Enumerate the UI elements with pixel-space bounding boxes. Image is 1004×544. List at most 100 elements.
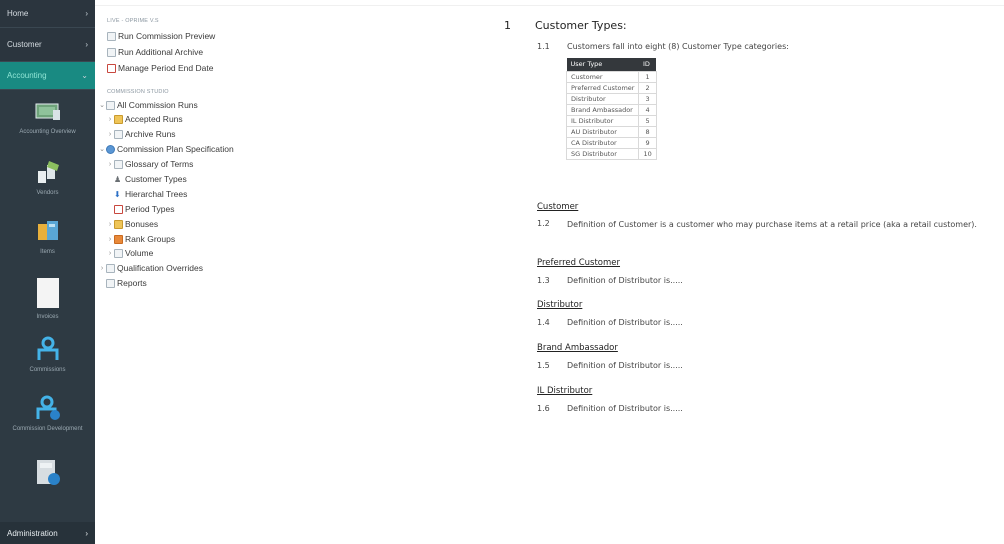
nav-customer-label: Customer bbox=[7, 40, 42, 49]
tree-item-qualification-overrides[interactable]: › Qualification Overrides bbox=[98, 263, 203, 274]
nav-accounting[interactable]: Accounting ⌄ bbox=[0, 62, 95, 90]
app-invoices[interactable]: Invoices bbox=[0, 267, 95, 326]
tree-item-label: Rank Groups bbox=[125, 234, 176, 244]
table-row: Brand Ambassador 4 bbox=[565, 103, 657, 116]
caret-closed-icon[interactable]: › bbox=[98, 263, 106, 274]
tree-item-archive-runs[interactable]: › Archive Runs bbox=[106, 129, 176, 140]
tree-item-label: All Commission Runs bbox=[117, 100, 198, 110]
clause-number: 1.1 bbox=[537, 42, 550, 51]
document-icon bbox=[106, 264, 115, 273]
accounting-overview-icon bbox=[35, 103, 60, 120]
tree-item-period-types[interactable]: Period Types bbox=[114, 204, 174, 215]
table-row: AU Distributor 8 bbox=[565, 125, 657, 138]
id-cell: 2 bbox=[638, 81, 657, 94]
tree-item-label: Reports bbox=[117, 278, 147, 288]
table-row: Preferred Customer 2 bbox=[565, 81, 657, 94]
tree-item-commission-plan-specification[interactable]: ⌄ Commission Plan Specification bbox=[98, 144, 234, 155]
nav-customer[interactable]: Customer › bbox=[0, 28, 95, 62]
tree-item-volume[interactable]: › Volume bbox=[106, 248, 153, 259]
nav-administration-label: Administration bbox=[7, 528, 58, 538]
tree-item-accepted-runs[interactable]: › Accepted Runs bbox=[106, 114, 183, 125]
tree-item-run-commission-preview[interactable]: Run Commission Preview bbox=[107, 31, 215, 42]
report-icon bbox=[106, 279, 115, 288]
caret-closed-icon[interactable]: › bbox=[106, 114, 114, 125]
tree-item-hierarchal-trees[interactable]: ⬇ Hierarchal Trees bbox=[114, 189, 187, 200]
tree-item-reports[interactable]: Reports bbox=[106, 278, 147, 289]
left-nav: Home › Customer › Accounting ⌄ Accountin… bbox=[0, 0, 95, 544]
tree-item-customer-types[interactable]: ♟ Customer Types bbox=[114, 174, 187, 185]
caret-closed-icon[interactable]: › bbox=[106, 248, 114, 259]
definition-row: 1.2 Definition of Customer is a customer… bbox=[537, 219, 977, 231]
tree-panel: LIVE - OPRIME V.S Run Commission Preview… bbox=[98, 0, 328, 544]
app-label: Vendors bbox=[36, 190, 59, 196]
document-icon bbox=[106, 101, 115, 110]
tree-item-all-commission-runs[interactable]: ⌄ All Commission Runs bbox=[98, 100, 198, 111]
user-type-cell: AU Distributor bbox=[565, 125, 640, 138]
nav-home[interactable]: Home › bbox=[0, 0, 95, 28]
user-type-cell: IL Distributor bbox=[565, 114, 640, 127]
customer-types-table: User Type ID Customer 1 Preferred Custome… bbox=[565, 58, 657, 160]
id-cell: 10 bbox=[638, 147, 657, 160]
table-row: Customer 1 bbox=[565, 70, 657, 83]
app-label: Invoices bbox=[36, 314, 59, 320]
tree-item-label: Customer Types bbox=[125, 174, 187, 184]
app-label: Commissions bbox=[29, 367, 66, 373]
document-content: 1 Customer Types: 1.1 Customers fall int… bbox=[500, 0, 1000, 544]
table-header-row: User Type ID bbox=[566, 58, 657, 71]
nav-administration[interactable]: Administration › bbox=[0, 522, 95, 544]
folder-icon bbox=[114, 115, 123, 124]
clause-number: 1.6 bbox=[537, 404, 550, 413]
caret-closed-icon[interactable]: › bbox=[106, 159, 114, 170]
tree-item-bonuses[interactable]: › Bonuses bbox=[106, 219, 158, 230]
caret-open-icon[interactable]: ⌄ bbox=[98, 144, 106, 155]
tree-item-glossary-of-terms[interactable]: › Glossary of Terms bbox=[106, 159, 193, 170]
app-order-development[interactable] bbox=[0, 447, 95, 506]
tree-item-label: Commission Plan Specification bbox=[117, 144, 234, 154]
items-icon bbox=[37, 221, 58, 240]
app-vendors[interactable]: Vendors bbox=[0, 149, 95, 208]
caret-closed-icon[interactable]: › bbox=[106, 234, 114, 245]
app-accounting-overview[interactable]: Accounting Overview bbox=[0, 90, 95, 149]
app-label: Accounting Overview bbox=[19, 129, 76, 135]
table-row: SG Distributor 10 bbox=[565, 147, 657, 160]
commissions-icon bbox=[37, 336, 58, 360]
tree-item-label: Qualification Overrides bbox=[117, 263, 203, 273]
caret-closed-icon[interactable]: › bbox=[106, 219, 114, 230]
definition-row: 1.3 Definition of Distributor is..... bbox=[537, 276, 683, 285]
tree-item-label: Run Additional Archive bbox=[118, 47, 204, 57]
clause-text: Definition of Distributor is..... bbox=[567, 318, 683, 327]
calendar-icon bbox=[107, 64, 116, 73]
commission-development-icon bbox=[36, 395, 60, 420]
id-cell: 3 bbox=[638, 92, 657, 105]
table-row: Distributor 3 bbox=[565, 92, 657, 105]
tree-item-run-additional-archive[interactable]: Run Additional Archive bbox=[107, 47, 203, 58]
clause-number: 1.2 bbox=[537, 219, 550, 228]
tree-item-rank-groups[interactable]: › Rank Groups bbox=[106, 234, 175, 245]
order-development-icon bbox=[36, 460, 60, 485]
nav-home-label: Home bbox=[7, 9, 29, 18]
archive-icon bbox=[107, 48, 116, 57]
user-type-cell: Brand Ambassador bbox=[565, 103, 640, 116]
globe-icon bbox=[106, 145, 115, 154]
app-items[interactable]: Items bbox=[0, 208, 95, 267]
book-icon bbox=[114, 160, 123, 169]
id-cell: 9 bbox=[638, 136, 657, 149]
caret-closed-icon[interactable]: › bbox=[106, 129, 114, 140]
tree-item-manage-period-end-date[interactable]: Manage Period End Date bbox=[107, 63, 213, 74]
definition-heading: Customer bbox=[537, 202, 579, 212]
chart-icon bbox=[114, 249, 123, 258]
app-commissions[interactable]: Commissions bbox=[0, 326, 95, 385]
app-commission-development[interactable]: Commission Development bbox=[0, 385, 95, 447]
section-number: 1 bbox=[504, 19, 511, 32]
chevron-right-icon: › bbox=[85, 9, 88, 18]
clause-text: Definition of Distributor is..... bbox=[567, 361, 683, 370]
section-title: Customer Types: bbox=[535, 19, 627, 32]
table-row: IL Distributor 5 bbox=[565, 114, 657, 127]
nav-accounting-label: Accounting bbox=[7, 71, 47, 80]
user-icon: ♟ bbox=[114, 175, 122, 184]
id-cell: 5 bbox=[638, 114, 657, 127]
column-header: User Type bbox=[566, 58, 639, 71]
column-header: ID bbox=[638, 58, 657, 71]
caret-open-icon[interactable]: ⌄ bbox=[98, 100, 106, 111]
chevron-right-icon: › bbox=[85, 40, 88, 49]
